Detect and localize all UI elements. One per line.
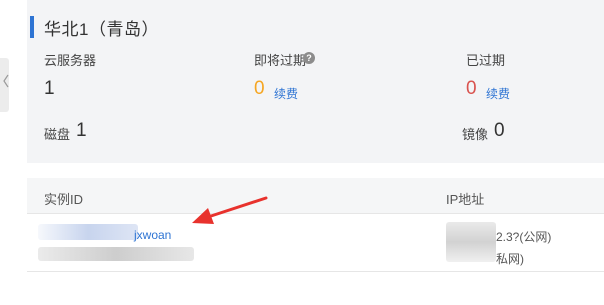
stat-label-expiring: 即将过期 [254,53,307,68]
ip-blurred [446,222,496,262]
renew-link-expiring[interactable]: 续费 [274,85,298,102]
stat-value-expired[interactable]: 0 [466,78,477,100]
region-accent-bar [30,16,34,38]
column-header-instance-id: 实例ID [44,192,84,207]
instance-id-blurred [38,224,138,240]
ip-private: 私网) [496,252,524,266]
red-arrow-icon [192,196,268,224]
renew-link-expired[interactable]: 续费 [486,85,510,102]
column-header-ip: IP地址 [446,192,485,207]
table-header [27,178,604,214]
stat-value-expiring[interactable]: 0 [254,78,265,100]
region-title: 华北1（青岛） [44,20,159,39]
stat-value-image[interactable]: 0 [494,120,505,142]
chevron-left-icon[interactable] [2,73,10,89]
help-icon[interactable]: ? [303,52,315,64]
stat-value-disk[interactable]: 1 [76,120,87,142]
stat-label-disk: 磁盘 [44,127,71,142]
left-gutter [0,0,27,305]
instance-name-blurred [38,247,194,261]
stat-value-ecs[interactable]: 1 [44,78,55,100]
instance-id-link[interactable]: jxwoan [134,228,171,242]
table-row-divider [27,271,604,272]
stat-label-image: 镜像 [462,127,489,142]
stat-label-ecs: 云服务器 [44,53,97,68]
stat-label-expired: 已过期 [466,53,506,68]
ip-public: 2.3?(公网) [496,230,552,244]
